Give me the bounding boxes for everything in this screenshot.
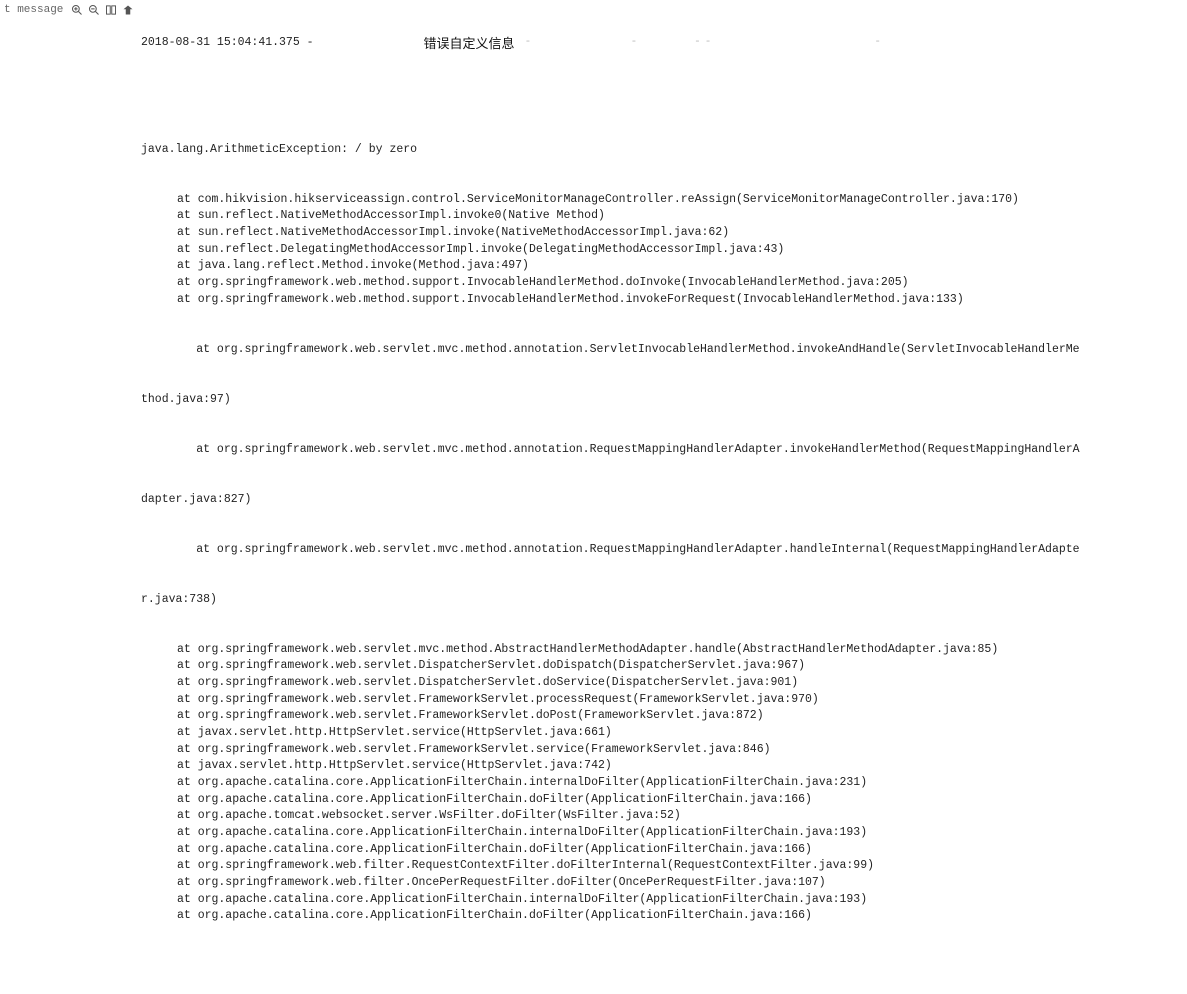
filter-icon[interactable] <box>121 3 135 17</box>
stack-line-wrapped: thod.java:97) <box>141 392 1183 409</box>
log-timestamp: 2018-08-31 15:04:41.375 - <box>141 35 414 52</box>
stack-line: at org.apache.catalina.core.ApplicationF… <box>141 908 1183 925</box>
stack-line-wrapped: at org.springframework.web.servlet.mvc.m… <box>141 542 1183 559</box>
stack-line: at org.springframework.web.servlet.Frame… <box>141 742 1183 759</box>
stack-line: at org.springframework.web.servlet.Frame… <box>141 708 1183 725</box>
field-value[interactable]: 2018-08-31 15:04:41.375 - 错误自定义信息 - - --… <box>141 2 1183 992</box>
stack-line-wrapped: at org.springframework.web.servlet.mvc.m… <box>141 342 1183 359</box>
stack-line: at org.apache.catalina.core.ApplicationF… <box>141 775 1183 792</box>
log-header: 2018-08-31 15:04:41.375 - 错误自定义信息 - - --… <box>141 35 1183 54</box>
exception-line: java.lang.ArithmeticException: / by zero <box>141 142 1183 159</box>
stack-line: at org.springframework.web.filter.Reques… <box>141 858 1183 875</box>
stack-lines: at com.hikvision.hikserviceassign.contro… <box>141 192 1183 309</box>
stack-line: at org.apache.catalina.core.ApplicationF… <box>141 792 1183 809</box>
stack-line: at org.springframework.web.servlet.Dispa… <box>141 675 1183 692</box>
stack-line-wrapped: r.java:738) <box>141 592 1183 609</box>
stack-line: at org.springframework.web.servlet.Dispa… <box>141 658 1183 675</box>
stack-line: at sun.reflect.NativeMethodAccessorImpl.… <box>141 225 1183 242</box>
stack-line: at javax.servlet.http.HttpServlet.servic… <box>141 725 1183 742</box>
stack-line: at java.lang.reflect.Method.invoke(Metho… <box>141 258 1183 275</box>
zoom-out-icon[interactable] <box>87 3 101 17</box>
zoom-in-icon[interactable] <box>70 3 84 17</box>
log-row: t message 2018-08-31 15:04:41.375 - 错误自定… <box>0 0 1187 994</box>
field-label: t message <box>4 2 64 16</box>
stack-line: at sun.reflect.DelegatingMethodAccessorI… <box>141 242 1183 259</box>
stack-line: at sun.reflect.NativeMethodAccessorImpl.… <box>141 208 1183 225</box>
stack-line: at javax.servlet.http.HttpServlet.servic… <box>141 758 1183 775</box>
log-note: 错误自定义信息 <box>424 35 515 54</box>
stack-line: at org.springframework.web.servlet.mvc.m… <box>141 642 1183 659</box>
stack-line: at com.hikvision.hikserviceassign.contro… <box>141 192 1183 209</box>
stack-line: at org.apache.catalina.core.ApplicationF… <box>141 842 1183 859</box>
faint-marks: - - -- - <box>525 35 885 51</box>
stack-line: at org.springframework.web.method.suppor… <box>141 292 1183 309</box>
stack-line: at org.springframework.web.filter.OncePe… <box>141 875 1183 892</box>
stack-line: at org.springframework.web.method.suppor… <box>141 275 1183 292</box>
stack-lines: at org.springframework.web.servlet.mvc.m… <box>141 642 1183 925</box>
stack-line: at org.apache.catalina.core.ApplicationF… <box>141 825 1183 842</box>
stack-line-wrapped: at org.springframework.web.servlet.mvc.m… <box>141 442 1183 459</box>
field-tools <box>70 2 135 17</box>
stack-line: at org.springframework.web.servlet.Frame… <box>141 692 1183 709</box>
stack-trace: java.lang.ArithmeticException: / by zero… <box>141 104 1183 958</box>
columns-icon[interactable] <box>104 3 118 17</box>
stack-line-wrapped: dapter.java:827) <box>141 492 1183 509</box>
stack-line: at org.apache.catalina.core.ApplicationF… <box>141 892 1183 909</box>
stack-line: at org.apache.tomcat.websocket.server.Ws… <box>141 808 1183 825</box>
